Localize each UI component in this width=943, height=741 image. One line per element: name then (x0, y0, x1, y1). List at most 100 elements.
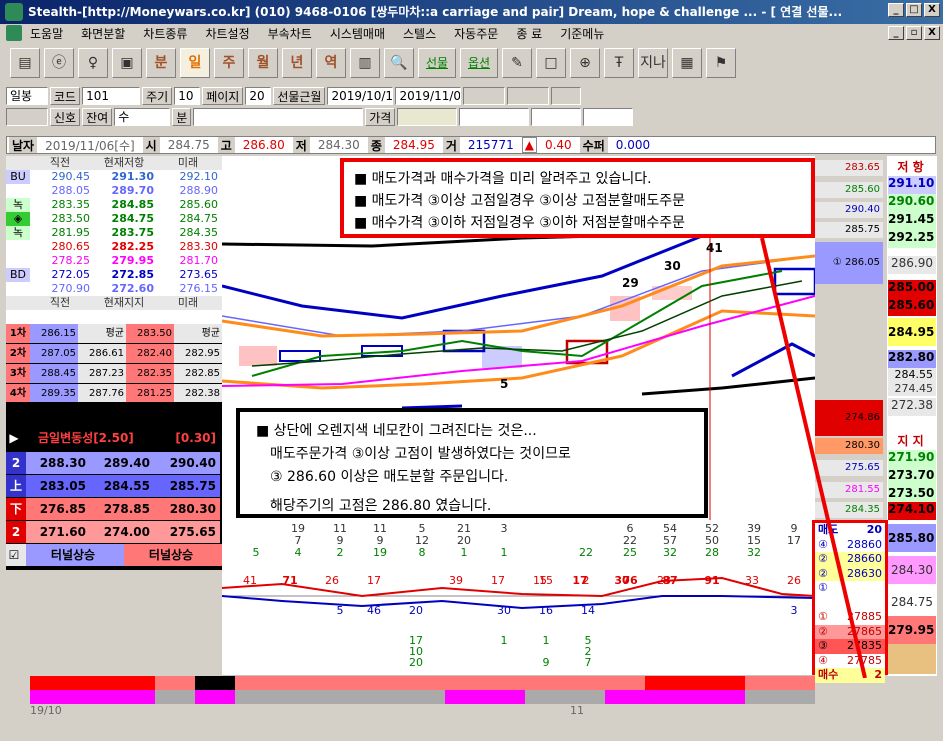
table-cell: 272.85 (111, 268, 154, 281)
maximize-button[interactable]: □ (906, 3, 922, 17)
grid-icon[interactable]: ▦ (672, 48, 702, 78)
sub-chart-label: 1 (501, 634, 508, 647)
menu-base[interactable]: 기준메뉴 (560, 25, 604, 42)
box-icon[interactable]: □ (536, 48, 566, 78)
child-restore-button[interactable]: ▫ (906, 26, 922, 40)
menu-split[interactable]: 화면분할 (81, 25, 125, 42)
period-minute-button[interactable]: 분 (146, 48, 176, 78)
sub-chart-label: 17 (491, 574, 505, 587)
table-cell: 284.75 (111, 212, 154, 225)
qty-label: 수퍼 (579, 137, 608, 153)
child-close-button[interactable]: X (924, 26, 940, 40)
date-to-input[interactable]: 2019/11/08 (395, 87, 462, 105)
blank-field-1[interactable] (463, 87, 506, 105)
band-cell: 2 (6, 521, 26, 543)
menu-exit[interactable]: 종 료 (516, 25, 542, 42)
price-input-2[interactable] (459, 108, 530, 126)
price-input-3[interactable] (531, 108, 582, 126)
callout-line: 해당주기의 고점은 286.80 였습니다. (270, 498, 492, 514)
print-icon[interactable]: ▣ (112, 48, 142, 78)
date-from-input[interactable]: 2019/10/15 (327, 87, 394, 105)
callout-line: ③ 286.60 이상은 매도분할 주문입니다. (270, 469, 509, 485)
jina-button[interactable]: 지나 (638, 48, 668, 78)
bulb-icon[interactable]: ♀ (78, 48, 108, 78)
period-day-button[interactable]: 일 (180, 48, 210, 78)
callout-orange-box: ■ 상단에 오렌지색 네모칸이 그려진다는 것은... 매도주문가격 ③이상 고… (236, 408, 708, 518)
futures-button[interactable]: 선물 (418, 48, 456, 78)
table-cell: 285.60 (179, 198, 219, 211)
menu-stealth[interactable]: 스텔스 (403, 25, 436, 42)
toolbar: ▤ ⓔ ♀ ▣ 분 일 주 월 년 역 ▥ 🔍 선물 옵션 ✎ □ ⊕ Ŧ 지나… (6, 45, 936, 81)
menu-auto-order[interactable]: 자동주문 (454, 25, 498, 42)
search-icon[interactable]: 🔍 (384, 48, 414, 78)
chart-icon[interactable]: ▤ (10, 48, 40, 78)
menu-system-trade[interactable]: 시스템매매 (330, 25, 385, 42)
flag-icon[interactable]: ⚑ (706, 48, 736, 78)
blank-field-3[interactable] (551, 87, 582, 105)
band-cell: 下 (6, 498, 26, 520)
tier-cell: 288.45 (30, 364, 78, 383)
period-week-button[interactable]: 주 (214, 48, 244, 78)
sub-chart-label: 1 (461, 546, 468, 559)
tier-cell: 4차 (6, 384, 30, 403)
menu-chart-type[interactable]: 차트종류 (143, 25, 187, 42)
callout-line: ■ 매도가격과 매수가격을 미리 알려주고 있습니다. (354, 171, 652, 187)
sub-chart-label: 20 (409, 604, 423, 617)
tier-cell: 286.61 (78, 344, 126, 363)
play-icon[interactable]: ▶ (6, 425, 26, 451)
menu-help[interactable]: 도움말 (30, 25, 63, 42)
table-cell: BU (6, 170, 30, 184)
price-input[interactable] (397, 108, 458, 126)
sub-chart-label: 71 (282, 574, 297, 587)
app-logo-icon (5, 3, 23, 21)
pen-icon[interactable]: ✎ (502, 48, 532, 78)
sub-chart-label: 1 (501, 546, 508, 559)
signal-button[interactable]: 신호 (50, 108, 81, 126)
table-cell: 270.90 (51, 282, 91, 295)
table-cell: 279.95 (111, 254, 154, 267)
mode-select[interactable]: 일봉 (6, 87, 48, 105)
callout-line: ■ 매도가격 ③이상 고점일경우 ③이상 고점분할매도주문 (354, 193, 686, 209)
page-input[interactable]: 20 (245, 87, 272, 105)
close-button[interactable]: X (924, 3, 940, 17)
menu-chart-setting[interactable]: 차트설정 (205, 25, 249, 42)
menu-sub-chart[interactable]: 부속차트 (268, 25, 312, 42)
qty-input[interactable]: 수 (114, 108, 171, 126)
bars-icon[interactable]: ▥ (350, 48, 380, 78)
blank-field-2[interactable] (507, 87, 550, 105)
period-reverse-button[interactable]: 역 (316, 48, 346, 78)
level-value: 285.00 (888, 280, 936, 298)
minute-input[interactable] (193, 108, 364, 126)
tier-cell: 282.35 (126, 364, 174, 383)
callout-line: 매도주문가격 ③이상 고점이 발생하였다는 것이므로 (270, 446, 571, 462)
period-month-button[interactable]: 월 (248, 48, 278, 78)
text-icon[interactable]: Ŧ (604, 48, 634, 78)
minimize-button[interactable]: _ (888, 3, 904, 17)
sub-chart-label: 39 (449, 574, 463, 587)
table-cell: 283.50 (51, 212, 91, 225)
code-label: 코드 (50, 87, 81, 105)
stamp-icon[interactable]: ⊕ (570, 48, 600, 78)
tier-cell: 286.15 (30, 324, 78, 343)
child-minimize-button[interactable]: _ (888, 26, 904, 40)
options-button[interactable]: 옵션 (460, 48, 498, 78)
table-cell: 283.75 (111, 226, 154, 239)
band-row: 下 276.85 278.85 280.30 (6, 498, 222, 520)
period-year-button[interactable]: 년 (282, 48, 312, 78)
balance-button[interactable]: 잔여 (82, 108, 113, 126)
sub-chart-label: 4 (295, 546, 302, 559)
web-icon[interactable]: ⓔ (44, 48, 74, 78)
band-cell: 289.40 (90, 452, 154, 474)
period-input[interactable]: 10 (174, 87, 201, 105)
volatility-panel: ▶ 금일변동성[2.50] [0.30] 2 288.30 289.40 290.40… (6, 402, 222, 570)
tier-cell: 282.85 (174, 364, 222, 383)
code-input[interactable]: 101 (82, 87, 141, 105)
table-cell: 288.90 (179, 184, 219, 197)
table-cell: ◈ (6, 212, 30, 226)
tier-cell: 289.35 (30, 384, 78, 403)
price-input-4[interactable] (583, 108, 634, 126)
blank-field-4[interactable] (6, 108, 48, 126)
sub-chart-label: 9 (543, 656, 550, 669)
tier-cell: 2차 (6, 344, 30, 363)
table-cell: 284.85 (111, 198, 154, 211)
